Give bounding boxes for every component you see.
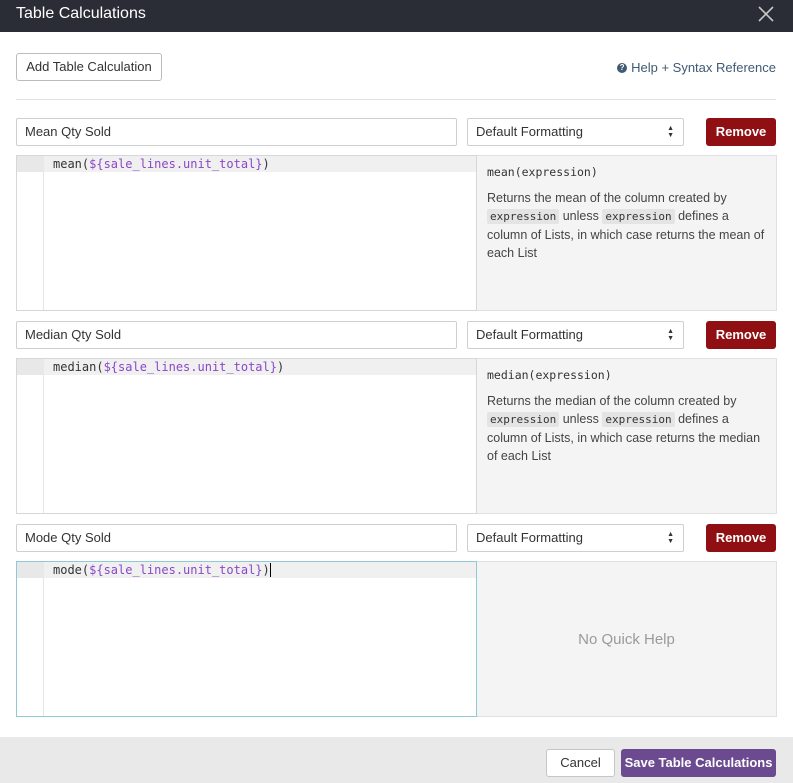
question-circle-icon: ? xyxy=(617,62,628,73)
text-cursor xyxy=(269,563,271,577)
divider xyxy=(16,99,776,100)
expression-code: mean(${sale_lines.unit_total}) xyxy=(53,157,270,171)
quick-help-panel: median(expression) Returns the median of… xyxy=(477,358,777,514)
expression-editor[interactable]: mean(${sale_lines.unit_total}) xyxy=(16,155,477,311)
calc-name-input[interactable]: Median Qty Sold xyxy=(16,321,457,349)
dialog-title: Table Calculations xyxy=(16,5,146,22)
save-table-calculations-button[interactable]: Save Table Calculations xyxy=(621,749,776,777)
dialog-titlebar: Table Calculations xyxy=(0,0,793,32)
gutter-highlight xyxy=(17,156,44,172)
expression-editor[interactable]: mode(${sale_lines.unit_total}) xyxy=(16,561,477,717)
field-reference: ${sale_lines.unit_total} xyxy=(89,157,263,171)
quick-help-panel: No Quick Help xyxy=(477,561,777,717)
formatting-select-value: Default Formatting xyxy=(476,124,583,139)
formatting-select[interactable]: Default Formatting ▲ ▼ xyxy=(467,321,684,349)
updown-arrows-icon: ▲ ▼ xyxy=(667,531,674,545)
help-signature: median(expression) xyxy=(487,368,612,382)
remove-button[interactable]: Remove xyxy=(706,524,776,552)
gutter-highlight xyxy=(17,562,44,578)
close-icon[interactable] xyxy=(755,3,777,25)
help-description: Returns the mean of the column created b… xyxy=(487,191,765,260)
formatting-select[interactable]: Default Formatting ▲ ▼ xyxy=(467,118,684,146)
line-gutter xyxy=(17,359,44,513)
dialog-footer: Cancel Save Table Calculations xyxy=(0,737,793,783)
calc-name-input[interactable]: Mode Qty Sold xyxy=(16,524,457,552)
expression-code: mode(${sale_lines.unit_total}) xyxy=(53,563,271,577)
updown-arrows-icon: ▲ ▼ xyxy=(667,125,674,139)
formatting-select-value: Default Formatting xyxy=(476,327,583,342)
line-gutter xyxy=(17,562,44,716)
line-gutter xyxy=(17,156,44,310)
quick-help-panel: mean(expression) Returns the mean of the… xyxy=(477,155,777,311)
add-table-calculation-button[interactable]: Add Table Calculation xyxy=(16,53,162,81)
help-description: Returns the median of the column created… xyxy=(487,394,761,463)
expression-editor[interactable]: median(${sale_lines.unit_total}) xyxy=(16,358,477,514)
no-quick-help-label: No Quick Help xyxy=(578,630,675,648)
formatting-select-value: Default Formatting xyxy=(476,530,583,545)
remove-button[interactable]: Remove xyxy=(706,321,776,349)
gutter-highlight xyxy=(17,359,44,375)
updown-arrows-icon: ▲ ▼ xyxy=(667,328,674,342)
field-reference: ${sale_lines.unit_total} xyxy=(89,563,263,577)
help-signature: mean(expression) xyxy=(487,165,598,179)
help-link-label: Help + Syntax Reference xyxy=(631,60,776,75)
field-reference: ${sale_lines.unit_total} xyxy=(103,360,277,374)
remove-button[interactable]: Remove xyxy=(706,118,776,146)
expression-code: median(${sale_lines.unit_total}) xyxy=(53,360,285,374)
formatting-select[interactable]: Default Formatting ▲ ▼ xyxy=(467,524,684,552)
calc-name-input[interactable]: Mean Qty Sold xyxy=(16,118,457,146)
help-syntax-reference-link[interactable]: ? Help + Syntax Reference xyxy=(617,60,776,75)
cancel-button[interactable]: Cancel xyxy=(546,749,615,777)
